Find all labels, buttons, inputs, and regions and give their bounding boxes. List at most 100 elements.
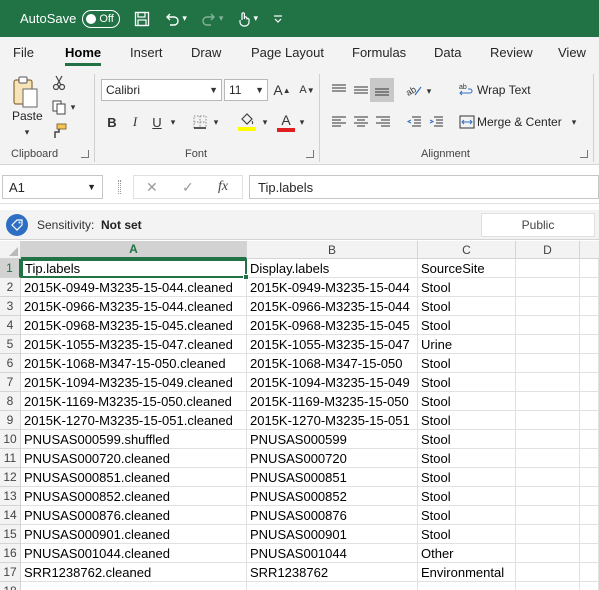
cut-icon[interactable] bbox=[50, 74, 68, 92]
cell-d[interactable] bbox=[516, 392, 580, 411]
cell-b[interactable]: 2015K-1094-M3235-15-049 bbox=[247, 373, 418, 392]
column-header-c[interactable]: C bbox=[418, 241, 516, 259]
row-header[interactable]: 14 bbox=[0, 506, 21, 525]
cell-b[interactable]: PNUSAS000851 bbox=[247, 468, 418, 487]
cell-c[interactable]: Stool bbox=[418, 297, 516, 316]
customize-qat-icon[interactable] bbox=[272, 13, 284, 25]
cell-c[interactable]: Stool bbox=[418, 468, 516, 487]
copy-icon[interactable] bbox=[50, 98, 68, 116]
cell-e[interactable] bbox=[580, 582, 599, 590]
column-header-b[interactable]: B bbox=[247, 241, 418, 259]
bottom-align-icon[interactable] bbox=[370, 78, 394, 102]
cell-e[interactable] bbox=[580, 297, 599, 316]
cell-d[interactable] bbox=[516, 430, 580, 449]
cell-d[interactable] bbox=[516, 506, 580, 525]
cell-b[interactable]: Display.labels bbox=[247, 259, 418, 278]
font-launcher-icon[interactable] bbox=[306, 150, 314, 158]
cell-c[interactable] bbox=[418, 582, 516, 590]
orientation-caret-icon[interactable]: ▾ bbox=[424, 84, 434, 98]
cell-a[interactable]: 2015K-1169-M3235-15-050.cleaned bbox=[21, 392, 247, 411]
format-painter-icon[interactable] bbox=[50, 122, 68, 140]
column-header-d[interactable]: D bbox=[516, 241, 580, 259]
borders-icon[interactable] bbox=[190, 112, 210, 132]
row-header[interactable]: 4 bbox=[0, 316, 21, 335]
redo-caret-icon[interactable]: ▾ bbox=[219, 13, 224, 24]
font-color-caret-icon[interactable]: ▾ bbox=[297, 114, 307, 130]
align-left-icon[interactable] bbox=[329, 112, 349, 132]
cell-a[interactable]: 2015K-1055-M3235-15-047.cleaned bbox=[21, 335, 247, 354]
cell-a[interactable]: PNUSAS000852.cleaned bbox=[21, 487, 247, 506]
row-header[interactable]: 15 bbox=[0, 525, 21, 544]
cell-c[interactable]: Stool bbox=[418, 354, 516, 373]
cell-c[interactable]: Stool bbox=[418, 278, 516, 297]
tab-view[interactable]: View bbox=[558, 37, 586, 68]
cell-a[interactable]: PNUSAS000876.cleaned bbox=[21, 506, 247, 525]
row-header[interactable]: 5 bbox=[0, 335, 21, 354]
cell-b[interactable]: 2015K-0966-M3235-15-044 bbox=[247, 297, 418, 316]
cell-d[interactable] bbox=[516, 544, 580, 563]
underline-caret-icon[interactable]: ▾ bbox=[168, 114, 178, 130]
cell-a[interactable]: 2015K-0949-M3235-15-044.cleaned bbox=[21, 278, 247, 297]
font-size-dropdown[interactable]: 11 ▼ bbox=[224, 79, 268, 101]
cell-a[interactable]: 2015K-0966-M3235-15-044.cleaned bbox=[21, 297, 247, 316]
font-color-icon[interactable]: A bbox=[276, 110, 296, 134]
save-icon[interactable] bbox=[134, 11, 150, 27]
tab-draw[interactable]: Draw bbox=[191, 37, 221, 68]
cell-d[interactable] bbox=[516, 411, 580, 430]
top-align-icon[interactable] bbox=[329, 80, 349, 100]
cell-b[interactable]: PNUSAS000901 bbox=[247, 525, 418, 544]
cell-d[interactable] bbox=[516, 582, 580, 590]
row-header[interactable]: 17 bbox=[0, 563, 21, 582]
cell-d[interactable] bbox=[516, 563, 580, 582]
merge-caret-icon[interactable]: ▾ bbox=[569, 115, 579, 129]
tab-file[interactable]: File bbox=[13, 37, 34, 68]
cell-a[interactable]: PNUSAS000599.shuffled bbox=[21, 430, 247, 449]
underline-button[interactable]: U bbox=[148, 112, 166, 132]
row-header[interactable]: 11 bbox=[0, 449, 21, 468]
cell-e[interactable] bbox=[580, 544, 599, 563]
wrap-text-icon[interactable]: ab bbox=[458, 80, 476, 100]
cell-b[interactable]: PNUSAS000720 bbox=[247, 449, 418, 468]
undo-icon[interactable]: ▾ bbox=[164, 11, 187, 27]
cell-c[interactable]: Stool bbox=[418, 506, 516, 525]
cell-c[interactable]: Stool bbox=[418, 449, 516, 468]
cell-d[interactable] bbox=[516, 354, 580, 373]
cell-a[interactable]: PNUSAS001044.cleaned bbox=[21, 544, 247, 563]
row-header[interactable]: 2 bbox=[0, 278, 21, 297]
cell-b[interactable]: 2015K-0949-M3235-15-044 bbox=[247, 278, 418, 297]
active-cell[interactable]: Tip.labels bbox=[21, 259, 247, 278]
cell-c[interactable]: Stool bbox=[418, 411, 516, 430]
cell-e[interactable] bbox=[580, 335, 599, 354]
copy-caret-icon[interactable]: ▾ bbox=[68, 101, 78, 113]
merge-center-icon[interactable] bbox=[458, 112, 476, 132]
cell-e[interactable] bbox=[580, 468, 599, 487]
paste-label[interactable]: Paste bbox=[12, 108, 43, 124]
cell-a[interactable]: PNUSAS000901.cleaned bbox=[21, 525, 247, 544]
font-name-dropdown[interactable]: Calibri ▼ bbox=[101, 79, 222, 101]
autosave-toggle[interactable]: Off bbox=[82, 9, 121, 28]
cell-d[interactable] bbox=[516, 259, 580, 278]
alignment-launcher-icon[interactable] bbox=[580, 150, 588, 158]
cell-c[interactable]: Stool bbox=[418, 525, 516, 544]
cell-d[interactable] bbox=[516, 449, 580, 468]
cell-d[interactable] bbox=[516, 525, 580, 544]
row-header[interactable]: 8 bbox=[0, 392, 21, 411]
increase-font-size-icon[interactable]: A ▲ bbox=[272, 80, 292, 100]
align-center-icon[interactable] bbox=[351, 112, 371, 132]
row-header[interactable]: 18 bbox=[0, 582, 21, 590]
middle-align-icon[interactable] bbox=[351, 80, 371, 100]
row-header[interactable]: 3 bbox=[0, 297, 21, 316]
cell-b[interactable]: 2015K-1055-M3235-15-047 bbox=[247, 335, 418, 354]
cell-b[interactable]: PNUSAS000876 bbox=[247, 506, 418, 525]
cell-a[interactable]: PNUSAS000851.cleaned bbox=[21, 468, 247, 487]
merge-center-button[interactable]: Merge & Center bbox=[477, 113, 562, 131]
tab-insert[interactable]: Insert bbox=[130, 37, 163, 68]
align-right-icon[interactable] bbox=[373, 112, 393, 132]
row-header[interactable]: 9 bbox=[0, 411, 21, 430]
cell-c[interactable]: Stool bbox=[418, 487, 516, 506]
cell-a[interactable]: 2015K-1068-M347-15-050.cleaned bbox=[21, 354, 247, 373]
cell-d[interactable] bbox=[516, 278, 580, 297]
cell-c[interactable]: SourceSite bbox=[418, 259, 516, 278]
cell-d[interactable] bbox=[516, 487, 580, 506]
cell-d[interactable] bbox=[516, 316, 580, 335]
